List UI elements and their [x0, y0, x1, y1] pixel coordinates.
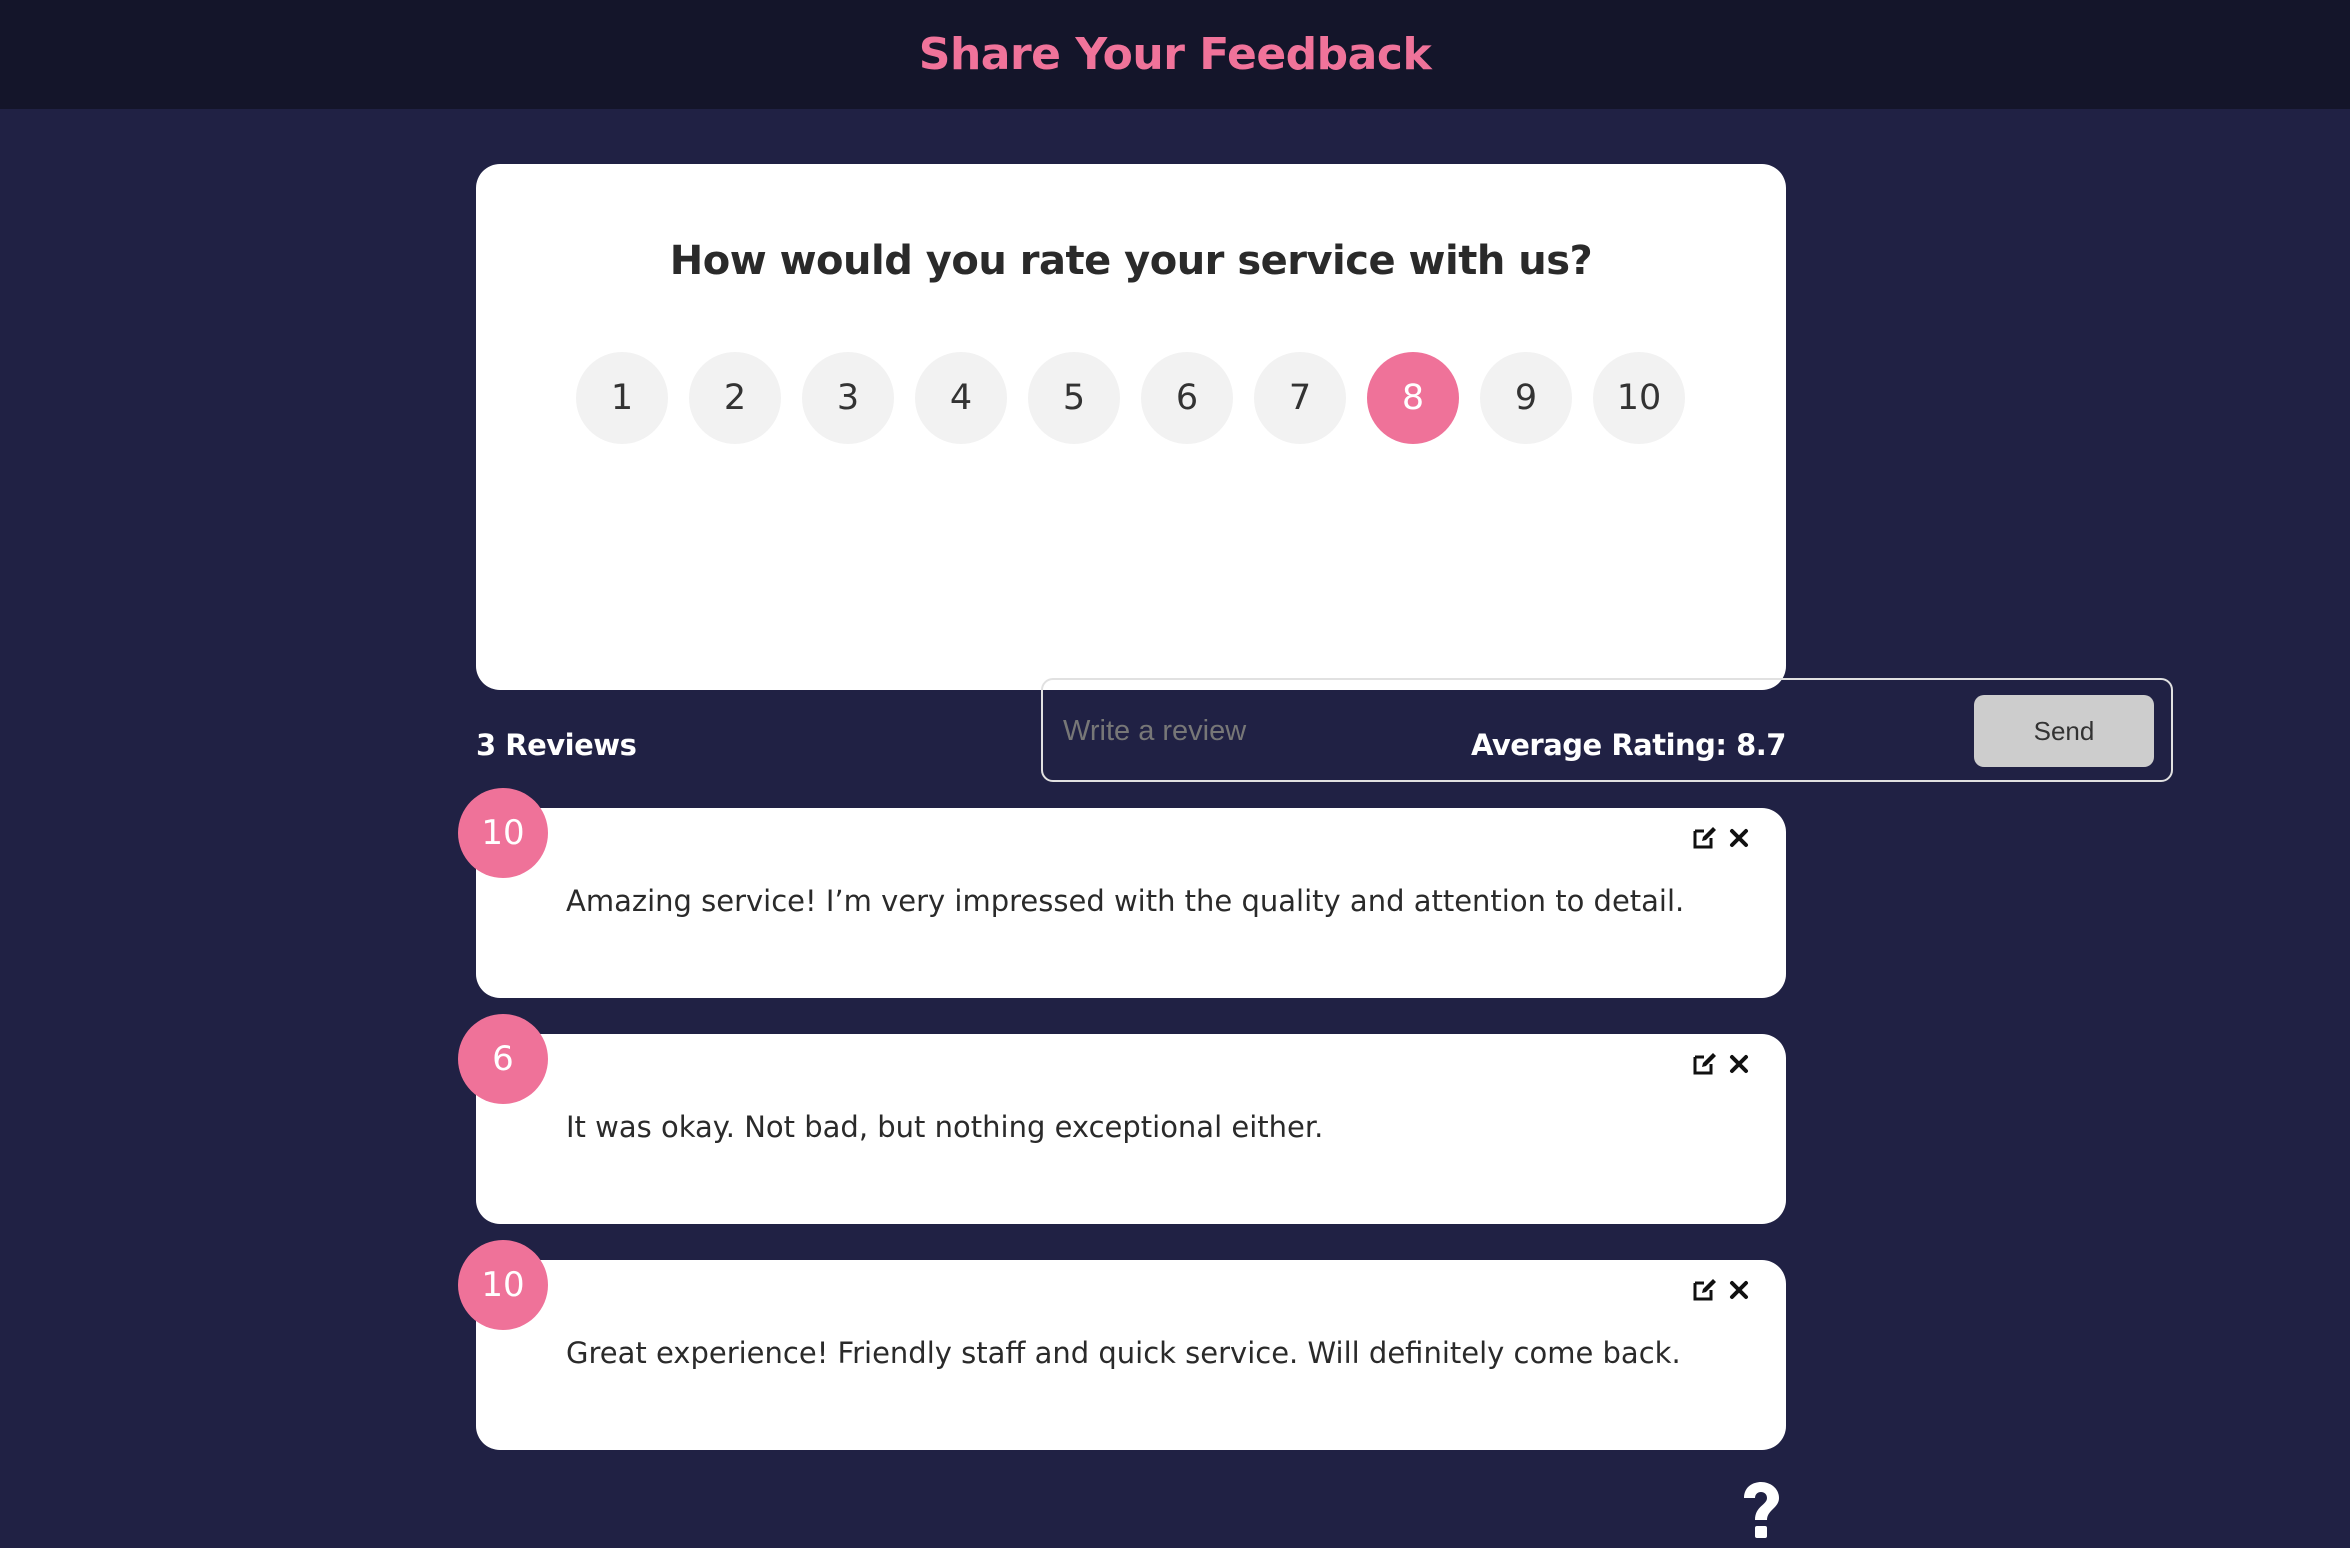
review-count: 3 Reviews [476, 728, 637, 762]
rating-option-8[interactable]: 8 [1367, 352, 1459, 444]
review-item: 10 Great experience! Friendly staff and … [458, 1240, 1786, 1450]
edit-icon[interactable] [1692, 1278, 1718, 1302]
page-title: Share Your Feedback [918, 29, 1432, 80]
review-rating-badge: 6 [458, 1014, 548, 1104]
review-item: 6 It was okay. Not bad, but nothing exce… [458, 1014, 1786, 1224]
review-text: Amazing service! I’m very impressed with… [566, 884, 1685, 918]
edit-icon[interactable] [1692, 1052, 1718, 1076]
review-rating-badge: 10 [458, 1240, 548, 1330]
review-actions [1692, 1278, 1750, 1302]
close-icon[interactable] [1728, 827, 1750, 849]
rating-option-9[interactable]: 9 [1480, 352, 1572, 444]
rating-option-1[interactable]: 1 [576, 352, 668, 444]
review-item: 10 Amazing service! I’m very impressed w… [458, 788, 1786, 998]
close-icon[interactable] [1728, 1053, 1750, 1075]
edit-icon[interactable] [1692, 826, 1718, 850]
review-text: Great experience! Friendly staff and qui… [566, 1336, 1681, 1370]
app-header: Share Your Feedback [0, 0, 2350, 109]
rating-question: How would you rate your service with us? [669, 238, 1593, 284]
rating-option-5[interactable]: 5 [1028, 352, 1120, 444]
review-actions [1692, 826, 1750, 850]
rating-option-3[interactable]: 3 [802, 352, 894, 444]
send-button[interactable]: Send [1974, 695, 2154, 767]
rating-option-6[interactable]: 6 [1141, 352, 1233, 444]
review-text: It was okay. Not bad, but nothing except… [566, 1110, 1324, 1144]
rating-option-2[interactable]: 2 [689, 352, 781, 444]
rating-option-7[interactable]: 7 [1254, 352, 1346, 444]
review-rating-badge: 10 [458, 788, 548, 878]
rating-option-4[interactable]: 4 [915, 352, 1007, 444]
average-rating: Average Rating: 8.7 [1470, 728, 1787, 762]
review-actions [1692, 1052, 1750, 1076]
rating-selector: 1 2 3 4 5 6 7 8 9 10 [576, 352, 1706, 444]
close-icon[interactable] [1728, 1279, 1750, 1301]
question-mark-icon[interactable] [1736, 1480, 1786, 1544]
rating-option-10[interactable]: 10 [1593, 352, 1685, 444]
